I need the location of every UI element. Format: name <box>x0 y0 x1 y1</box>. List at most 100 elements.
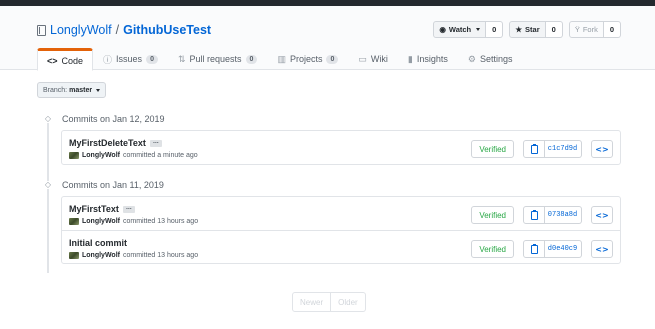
repo-actions: ◉ Watch 0 ★ Star 0 Ÿ Fork 0 <box>433 21 621 38</box>
commit-title: MyFirstText … <box>69 204 135 214</box>
commit-meta: LonglyWolf committed 13 hours ago <box>69 218 198 225</box>
tab-label: Issues <box>116 54 143 64</box>
copy-sha-button[interactable] <box>523 206 545 224</box>
repo-icon <box>37 24 46 36</box>
commit-time: committed 13 hours ago <box>122 218 199 225</box>
verified-badge[interactable]: Verified <box>471 206 514 224</box>
branch-select-button[interactable]: Branch: master <box>37 82 107 98</box>
expand-description-button[interactable]: … <box>149 139 162 147</box>
newer-button[interactable]: Newer <box>292 292 332 312</box>
commit-group-title: Commits on Jan 11, 2019 <box>62 180 164 190</box>
tab-counter: 0 <box>326 54 339 64</box>
code-icon: <> <box>595 144 609 154</box>
commit-row: Initial commit LonglyWolf committed 13 h… <box>62 230 620 263</box>
copy-sha-button[interactable] <box>523 240 545 258</box>
commit-author-link[interactable]: LonglyWolf <box>82 218 120 225</box>
pagination: Newer Older <box>292 292 366 312</box>
fork-button-group: Ÿ Fork 0 <box>568 21 621 38</box>
watch-count[interactable]: 0 <box>486 21 504 38</box>
browse-repo-button[interactable]: <> <box>591 140 613 158</box>
commit-author-link[interactable]: LonglyWolf <box>82 252 120 259</box>
star-count[interactable]: 0 <box>545 21 563 38</box>
tab-pull-requests[interactable]: ⇅ Pull requests 0 <box>168 48 267 70</box>
commit-list: MyFirstDeleteText … LonglyWolf committed… <box>61 130 621 165</box>
commit-group-icon: ◇ <box>44 180 52 189</box>
commit-time: committed 13 hours ago <box>122 252 199 259</box>
star-button[interactable]: ★ Star <box>509 21 546 38</box>
repo-separator: / <box>115 23 120 37</box>
commit-title: MyFirstDeleteText … <box>69 138 162 148</box>
browse-repo-button[interactable]: <> <box>591 206 613 224</box>
fork-icon: Ÿ <box>574 25 580 34</box>
commit-message-link[interactable]: MyFirstText <box>69 204 119 214</box>
commit-author-link[interactable]: LonglyWolf <box>82 152 120 159</box>
branch-label: Branch: <box>43 86 68 94</box>
code-icon: <> <box>595 210 609 220</box>
commit-list: MyFirstText … LonglyWolf committed 13 ho… <box>61 196 621 264</box>
verified-badge[interactable]: Verified <box>471 140 514 158</box>
clipboard-icon <box>530 143 538 154</box>
gear-icon: ⚙ <box>467 53 476 64</box>
tab-settings[interactable]: ⚙ Settings <box>458 48 523 70</box>
tab-issues[interactable]: ⓘ Issues 0 <box>93 48 168 70</box>
tab-wiki[interactable]: ▭ Wiki <box>348 48 398 70</box>
branch-name: master <box>69 86 93 94</box>
avatar[interactable] <box>69 152 79 159</box>
tab-label: Insights <box>416 54 448 64</box>
project-icon: ▥ <box>277 53 286 64</box>
avatar[interactable] <box>69 218 79 225</box>
commit-group-icon: ◇ <box>44 114 52 123</box>
browse-repo-button[interactable]: <> <box>591 240 613 258</box>
tab-label: Settings <box>479 54 513 64</box>
pull-request-icon: ⇅ <box>177 53 186 64</box>
watch-label: Watch <box>448 25 472 34</box>
fork-label: Fork <box>582 25 598 34</box>
verified-badge[interactable]: Verified <box>471 240 514 258</box>
commit-sha-link[interactable]: d0e40c9 <box>544 240 582 258</box>
tab-insights[interactable]: ▮ Insights <box>398 48 458 70</box>
repo-nav: <> Code ⓘ Issues 0 ⇅ Pull requests 0 ▥ P… <box>37 48 523 71</box>
fork-count[interactable]: 0 <box>603 21 621 38</box>
watch-button[interactable]: ◉ Watch <box>433 21 487 38</box>
commit-meta: LonglyWolf committed 13 hours ago <box>69 252 198 259</box>
copy-sha-button[interactable] <box>523 140 545 158</box>
commit-row: MyFirstDeleteText … LonglyWolf committed… <box>62 131 620 164</box>
issue-icon: ⓘ <box>103 54 113 65</box>
commit-time: committed a minute ago <box>122 152 198 159</box>
commits-timeline <box>47 121 49 273</box>
tab-counter: 0 <box>146 54 158 64</box>
commit-message-link[interactable]: Initial commit <box>69 238 127 248</box>
chevron-down-icon <box>476 28 481 31</box>
graph-icon: ▮ <box>407 53 413 64</box>
book-icon: ▭ <box>358 53 367 64</box>
older-button[interactable]: Older <box>331 292 366 312</box>
commit-message-link[interactable]: MyFirstDeleteText <box>69 138 146 148</box>
repo-title: LonglyWolf / GithubUseTest <box>37 23 211 37</box>
commit-meta: LonglyWolf committed a minute ago <box>69 152 198 159</box>
expand-description-button[interactable]: … <box>122 205 135 213</box>
fork-button[interactable]: Ÿ Fork <box>568 21 604 38</box>
chevron-down-icon <box>96 88 101 92</box>
commit-title: Initial commit <box>69 238 127 248</box>
star-button-group: ★ Star 0 <box>509 21 563 38</box>
tab-code[interactable]: <> Code <box>37 48 94 71</box>
tab-projects[interactable]: ▥ Projects 0 <box>267 48 348 70</box>
avatar[interactable] <box>69 252 79 259</box>
code-icon: <> <box>595 244 609 254</box>
repo-owner-link[interactable]: LonglyWolf <box>50 23 112 37</box>
clipboard-icon <box>530 209 538 220</box>
repo-name-link[interactable]: GithubUseTest <box>123 23 211 37</box>
tab-label: Wiki <box>370 54 388 64</box>
tab-counter: 0 <box>245 54 258 64</box>
commit-sha-link[interactable]: c1c7d9d <box>544 140 582 158</box>
repo-header: LonglyWolf / GithubUseTest ◉ Watch 0 ★ S… <box>0 6 655 71</box>
commit-row: MyFirstText … LonglyWolf committed 13 ho… <box>62 197 620 230</box>
star-icon: ★ <box>515 25 523 34</box>
tab-label: Projects <box>289 54 323 64</box>
commit-sha-link[interactable]: 0738a8d <box>544 206 582 224</box>
code-icon: <> <box>47 55 58 66</box>
star-label: Star <box>525 25 540 34</box>
eye-icon: ◉ <box>439 25 446 34</box>
tab-label: Pull requests <box>189 54 242 64</box>
watch-button-group: ◉ Watch 0 <box>433 21 504 38</box>
